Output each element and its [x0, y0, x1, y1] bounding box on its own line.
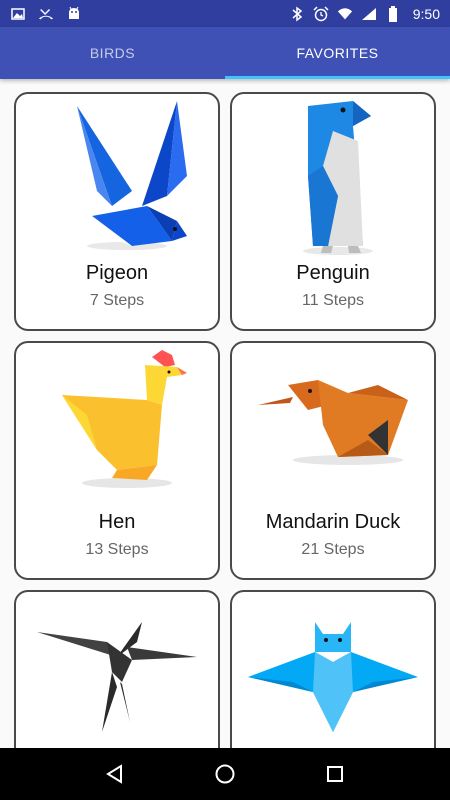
signal-icon: [361, 6, 377, 22]
recents-icon: [327, 766, 343, 782]
card-owl[interactable]: [230, 590, 436, 748]
back-button[interactable]: [95, 754, 135, 794]
tab-birds[interactable]: BIRDS: [0, 27, 225, 79]
card-mandarin-duck[interactable]: Mandarin Duck 21 Steps: [230, 341, 436, 580]
missed-call-icon: [38, 6, 54, 22]
hen-origami-image: [16, 345, 218, 505]
mandarin-duck-origami-image: [232, 345, 434, 505]
wifi-icon: [337, 6, 353, 22]
favorites-list[interactable]: Pigeon 7 Steps Penguin 11 Steps Hen 13 S…: [0, 79, 450, 748]
home-button[interactable]: [205, 754, 245, 794]
pigeon-origami-image: [16, 96, 218, 256]
card-steps: 21 Steps: [301, 541, 365, 558]
tab-bar: BIRDS FAVORITES: [0, 27, 450, 79]
alarm-icon: [313, 5, 329, 22]
card-penguin[interactable]: Penguin 11 Steps: [230, 92, 436, 331]
android-icon: [66, 6, 82, 22]
card-steps: 11 Steps: [302, 292, 364, 309]
owl-origami-image: [232, 612, 434, 748]
navigation-bar: [0, 748, 450, 800]
bluetooth-icon: [289, 6, 305, 22]
back-icon: [106, 764, 122, 784]
card-pigeon[interactable]: Pigeon 7 Steps: [14, 92, 220, 331]
card-title: Pigeon: [85, 262, 149, 284]
status-time: 9:50: [412, 5, 440, 22]
card-title: Hen: [98, 511, 136, 533]
card-swallow[interactable]: [14, 590, 220, 748]
penguin-origami-image: [232, 96, 434, 256]
tab-favorites[interactable]: FAVORITES: [225, 27, 450, 79]
battery-icon: [385, 5, 401, 22]
home-icon: [215, 764, 235, 784]
card-hen[interactable]: Hen 13 Steps: [14, 341, 220, 580]
card-steps: 13 Steps: [85, 541, 149, 558]
card-steps: 7 Steps: [89, 292, 145, 309]
card-title: Penguin: [296, 262, 370, 284]
recents-button[interactable]: [315, 754, 355, 794]
swallow-origami-image: [16, 612, 218, 748]
card-title: Mandarin Duck: [265, 511, 401, 533]
image-icon: [10, 6, 26, 22]
status-bar: 9:50: [0, 0, 450, 27]
